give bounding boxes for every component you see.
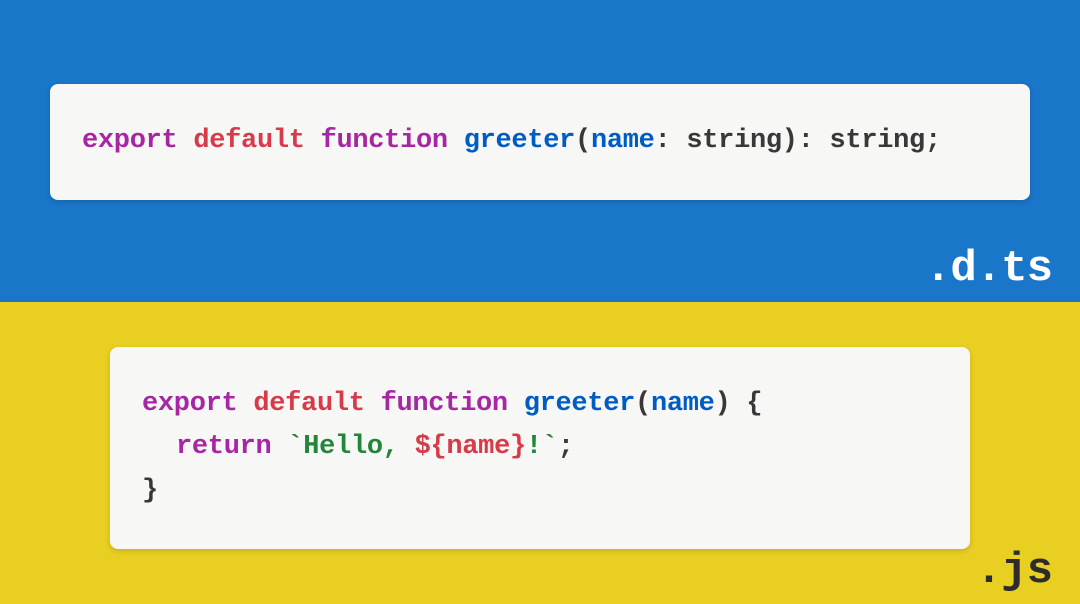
close-brace: } [142,476,158,506]
function-name: greeter [464,126,575,156]
dts-code-box: export default function greeter(name: st… [50,84,1030,199]
string-literal: Hello, [303,432,414,462]
close-paren: ) [782,126,798,156]
keyword-export: export [82,126,177,156]
keyword-function: function [321,126,448,156]
close-paren-brace: ) { [715,389,763,419]
colon: : [798,126,830,156]
keyword-return: return [176,432,271,462]
dts-code-line: export default function greeter(name: st… [82,120,998,163]
js-panel: export default function greeter(name) { … [0,302,1080,604]
js-code-line-2: return `Hello, ${name}!`; [142,426,938,469]
dts-label: .d.ts [925,244,1052,294]
param-type: string [686,126,781,156]
open-paren: ( [575,126,591,156]
colon: : [655,126,687,156]
js-code-box: export default function greeter(name) { … [110,347,970,549]
string-literal: ! [526,432,542,462]
param-name: name [651,389,715,419]
open-paren: ( [635,389,651,419]
return-type: string [830,126,925,156]
interp-open: ${ [415,432,447,462]
interp-close: } [510,432,526,462]
semicolon: ; [558,432,574,462]
keyword-function: function [381,389,508,419]
dts-panel: export default function greeter(name: st… [0,0,1080,302]
keyword-export: export [142,389,237,419]
js-code-line-1: export default function greeter(name) { [142,383,938,426]
js-code-line-3: } [142,470,938,513]
interp-var: name [446,432,510,462]
backtick: ` [542,432,558,462]
function-name: greeter [524,389,635,419]
backtick: ` [271,432,303,462]
param-name: name [591,126,655,156]
keyword-default: default [193,126,304,156]
semicolon: ; [925,126,941,156]
keyword-default: default [253,389,364,419]
js-label: .js [976,546,1052,596]
